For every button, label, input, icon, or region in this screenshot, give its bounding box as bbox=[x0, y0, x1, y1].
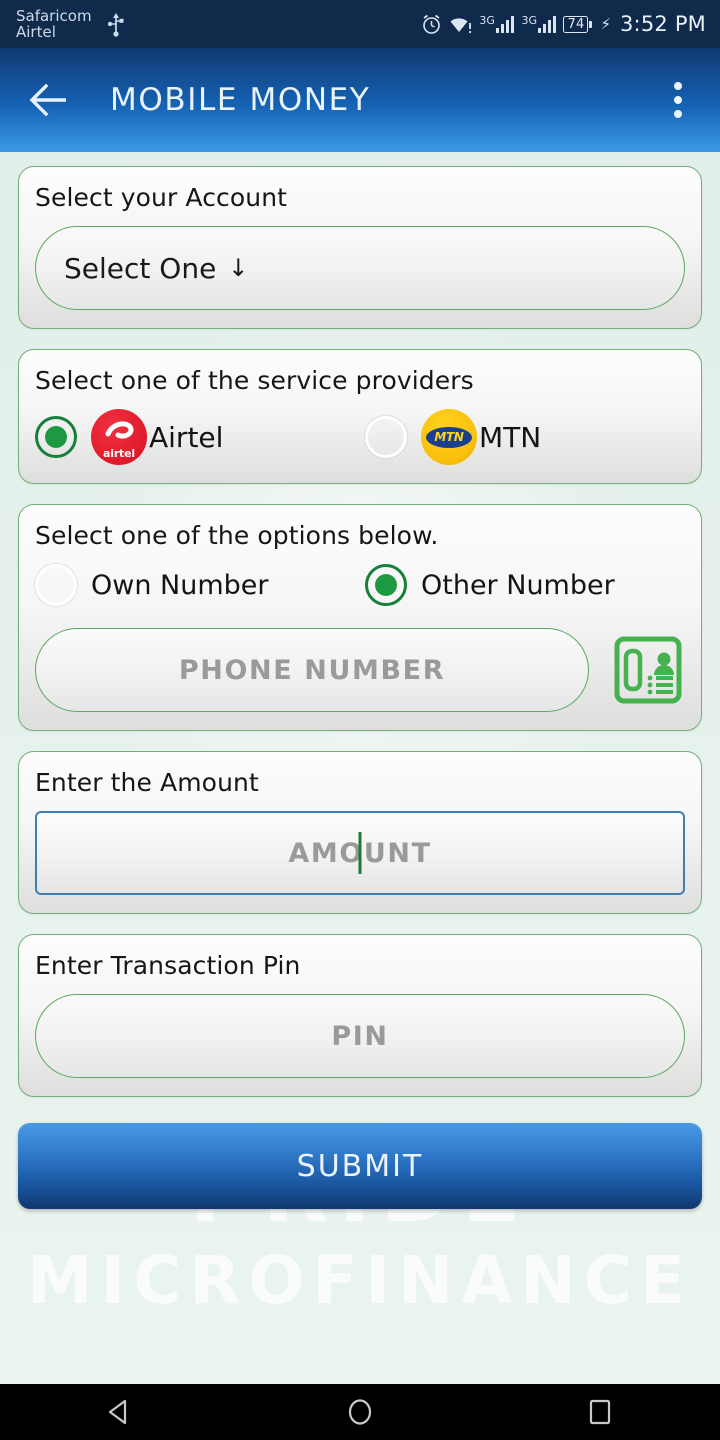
phone-number-placeholder: PHONE NUMBER bbox=[178, 654, 446, 686]
radio-other-number[interactable] bbox=[365, 564, 407, 606]
number-option-own[interactable]: Own Number bbox=[35, 564, 365, 606]
number-options: Own Number Other Number bbox=[35, 564, 685, 606]
network-1-label: 3G bbox=[479, 14, 495, 27]
form-content: PRIDE MICROFINANCE Select your Account S… bbox=[0, 152, 720, 1384]
carrier-secondary: Airtel bbox=[16, 23, 56, 41]
provider-label-mtn: MTN bbox=[479, 420, 542, 454]
overflow-dot bbox=[674, 82, 682, 90]
charging-bolt-icon: ⚡ bbox=[600, 15, 611, 33]
mtn-logo-icon: MTN bbox=[421, 409, 477, 465]
label-other-number: Other Number bbox=[421, 569, 615, 601]
label-own-number: Own Number bbox=[91, 569, 269, 601]
radio-own-number[interactable] bbox=[35, 564, 77, 606]
pin-card-label: Enter Transaction Pin bbox=[35, 951, 301, 980]
alarm-clock-icon bbox=[421, 14, 442, 35]
account-dropdown-value: Select One bbox=[64, 251, 217, 285]
radio-airtel[interactable] bbox=[35, 416, 77, 458]
android-nav-bar bbox=[0, 1384, 720, 1440]
airtel-logo-icon: airtel bbox=[91, 409, 147, 465]
signal-bars-2 bbox=[537, 15, 557, 33]
battery-indicator: 74 bbox=[563, 15, 593, 33]
phone-number-input[interactable]: PHONE NUMBER bbox=[35, 628, 589, 712]
status-bar-right: 3G 3G 74 ⚡ 3:52 PM bbox=[421, 12, 706, 36]
wifi-warning-icon bbox=[449, 15, 472, 34]
phone-input-row: PHONE NUMBER bbox=[35, 628, 685, 712]
status-bar-clock: 3:52 PM bbox=[619, 12, 706, 36]
nav-home-icon[interactable] bbox=[300, 1384, 420, 1440]
carrier-labels: Safaricom Airtel bbox=[16, 6, 92, 41]
number-card: Select one of the options below. Own Num… bbox=[18, 504, 702, 731]
mtn-logo-word: MTN bbox=[434, 430, 464, 444]
back-arrow-icon[interactable] bbox=[22, 73, 76, 127]
chevron-down-icon: ↓ bbox=[228, 254, 249, 282]
phone-screen: Safaricom Airtel 3G 3G 74 ⚡ 3:52 PM MOBI… bbox=[0, 0, 720, 1440]
provider-options: airtel Airtel MTN MTN bbox=[35, 409, 685, 465]
status-bar-left: Safaricom Airtel bbox=[16, 8, 126, 40]
amount-card-label: Enter the Amount bbox=[35, 768, 259, 797]
network-indicator-2: 3G bbox=[521, 14, 557, 33]
nav-recents-icon[interactable] bbox=[540, 1384, 660, 1440]
contacts-book-icon[interactable] bbox=[611, 633, 685, 707]
signal-bars-1 bbox=[495, 15, 515, 33]
airtel-logo-word: airtel bbox=[103, 447, 135, 460]
number-option-other[interactable]: Other Number bbox=[365, 564, 615, 606]
radio-mtn[interactable] bbox=[365, 416, 407, 458]
page-title: MOBILE MONEY bbox=[110, 82, 371, 118]
mtn-logo-ellipse: MTN bbox=[426, 426, 472, 448]
status-bar: Safaricom Airtel 3G 3G 74 ⚡ 3:52 PM bbox=[0, 0, 720, 48]
pin-placeholder: PIN bbox=[331, 1020, 389, 1052]
number-card-label: Select one of the options below. bbox=[35, 521, 439, 550]
provider-option-airtel[interactable]: airtel Airtel bbox=[35, 409, 365, 465]
battery-cap bbox=[589, 20, 593, 28]
watermark-microfinance: MICROFINANCE bbox=[26, 1242, 694, 1319]
overflow-dot bbox=[674, 110, 682, 118]
nav-back-icon[interactable] bbox=[60, 1384, 180, 1440]
amount-card: Enter the Amount AMOUNT bbox=[18, 751, 702, 914]
app-bar: MOBILE MONEY bbox=[0, 48, 720, 152]
text-cursor bbox=[358, 832, 362, 874]
amount-input[interactable]: AMOUNT bbox=[35, 811, 685, 895]
battery-level: 74 bbox=[563, 15, 589, 33]
submit-button[interactable]: SUBMIT bbox=[18, 1123, 702, 1209]
overflow-menu-icon[interactable] bbox=[658, 78, 698, 122]
account-card: Select your Account Select One ↓ bbox=[18, 166, 702, 329]
provider-card: Select one of the service providers airt… bbox=[18, 349, 702, 484]
account-dropdown[interactable]: Select One ↓ bbox=[35, 226, 685, 310]
provider-label-airtel: Airtel bbox=[149, 420, 224, 454]
pin-card: Enter Transaction Pin PIN bbox=[18, 934, 702, 1097]
account-card-label: Select your Account bbox=[35, 183, 288, 212]
network-indicator-1: 3G bbox=[479, 14, 515, 33]
provider-card-label: Select one of the service providers bbox=[35, 366, 474, 395]
provider-option-mtn[interactable]: MTN MTN bbox=[365, 409, 541, 465]
carrier-primary: Safaricom bbox=[16, 6, 92, 25]
usb-icon bbox=[106, 11, 126, 37]
overflow-dot bbox=[674, 96, 682, 104]
network-2-label: 3G bbox=[521, 14, 537, 27]
pin-input[interactable]: PIN bbox=[35, 994, 685, 1078]
